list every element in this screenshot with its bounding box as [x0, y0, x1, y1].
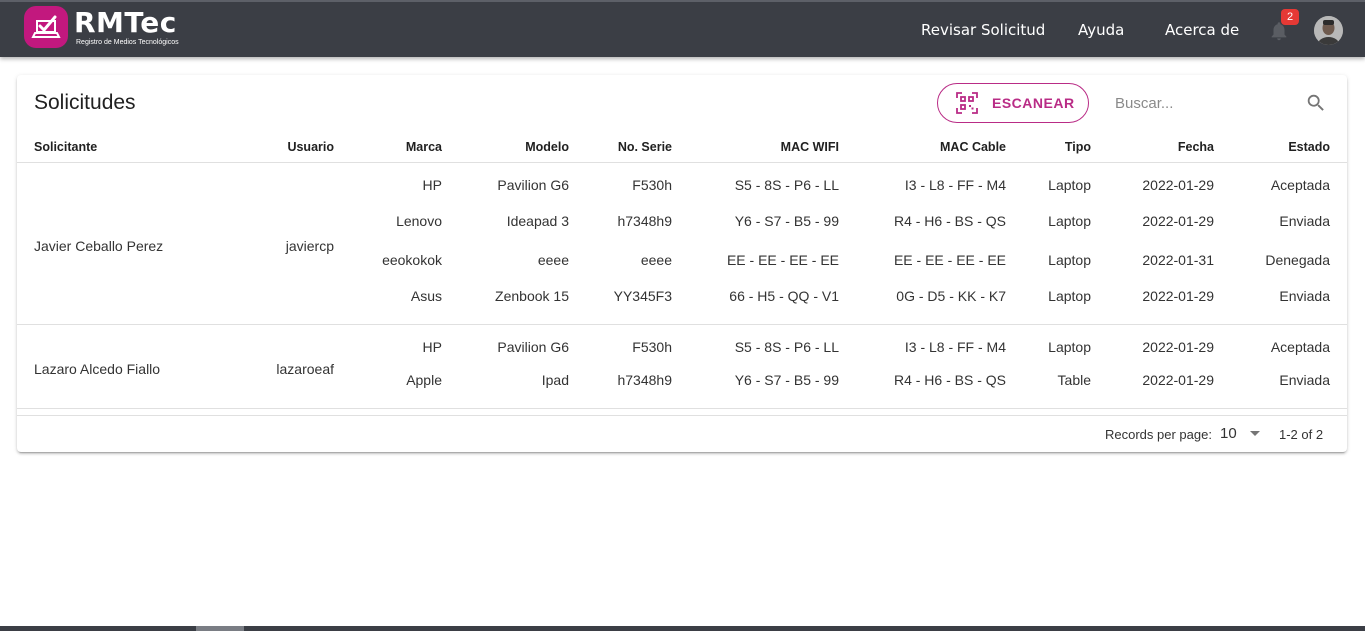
cell-tipo: Laptop	[1048, 212, 1091, 229]
cell-mac-wifi: Y6 - S7 - B5 - 99	[689, 363, 856, 409]
cell-tipo: Table	[1023, 363, 1108, 409]
horizontal-scrollbar[interactable]	[0, 626, 1365, 631]
cell-usuario: lazaroeaf	[247, 324, 351, 409]
cell-mac-cable: I3 - L8 - FF - M4	[904, 176, 1006, 193]
scrollbar-thumb[interactable]	[196, 626, 244, 631]
header-estado[interactable]: Estado	[1231, 133, 1347, 163]
header-solicitante[interactable]: Solicitante	[17, 133, 247, 163]
cell-modelo: Ideapad 3	[506, 212, 569, 229]
cell-marca: Lenovo	[396, 212, 442, 229]
nav-ayuda[interactable]: Ayuda	[1078, 21, 1124, 39]
header-mac-wifi[interactable]: MAC WIFI	[689, 133, 856, 163]
cell-serie: YY345F3	[586, 279, 689, 325]
app-name: RMTec	[74, 5, 177, 39]
header-no-serie[interactable]: No. Serie	[586, 133, 689, 163]
solicitudes-table: Solicitante Usuario Marca Modelo No. Ser…	[17, 133, 1347, 409]
cell-mac-wifi: S5 - 8S - P6 - LL	[734, 176, 839, 193]
cell-mac-wifi: 66 - H5 - QQ - V1	[689, 279, 856, 325]
cell-mac-cable: I3 - L8 - FF - M4	[904, 338, 1006, 355]
records-per-page-label: Records per page:	[1105, 427, 1212, 442]
table-header-row: Solicitante Usuario Marca Modelo No. Ser…	[17, 133, 1347, 163]
nav-acerca-de[interactable]: Acerca de	[1165, 21, 1239, 39]
cell-serie: h7348h9	[617, 212, 672, 229]
cell-mac-cable: R4 - H6 - BS - QS	[856, 363, 1023, 409]
header-fecha[interactable]: Fecha	[1108, 133, 1231, 163]
cell-estado: Aceptada	[1270, 176, 1330, 193]
search-input[interactable]	[1115, 89, 1295, 117]
table-row[interactable]: Lazaro Alcedo Fiallo lazaroeaf HP Pavili…	[17, 324, 1347, 409]
cell-solicitante: Lazaro Alcedo Fiallo	[17, 324, 247, 409]
records-per-page-select[interactable]: 10	[1220, 425, 1237, 442]
header-marca[interactable]: Marca	[351, 133, 459, 163]
cell-marca: Asus	[351, 279, 459, 325]
cell-fecha: 2022-01-29	[1108, 363, 1231, 409]
scan-button[interactable]: ESCANEAR	[937, 83, 1089, 123]
cell-serie: F530h	[632, 338, 672, 355]
header-usuario[interactable]: Usuario	[247, 133, 351, 163]
cell-fecha: 2022-01-29	[1108, 279, 1231, 325]
app-logo[interactable]: RMTec Registro de Medios Tecnológicos	[24, 5, 179, 49]
cell-estado: Aceptada	[1270, 338, 1330, 355]
cell-usuario: javiercp	[247, 162, 351, 325]
cell-estado: Enviada	[1279, 212, 1330, 229]
cell-marca: HP	[422, 176, 442, 193]
cell-tipo: Laptop	[1048, 338, 1091, 355]
pagination-range: 1-2 of 2	[1279, 427, 1324, 442]
cell-modelo: eeee	[537, 251, 569, 268]
cell-tipo: Laptop	[1048, 251, 1091, 268]
table-footer: Records per page: 10 1-2 of 2	[17, 415, 1347, 452]
scan-button-label: ESCANEAR	[992, 95, 1075, 111]
cell-marca: HP	[422, 338, 442, 355]
cell-modelo: Pavilion G6	[497, 338, 569, 355]
cell-solicitante: Javier Ceballo Perez	[17, 162, 247, 325]
cell-serie: eeee	[640, 251, 672, 268]
cell-fecha: 2022-01-29	[1142, 212, 1214, 229]
cell-tipo: Laptop	[1048, 176, 1091, 193]
cell-fecha: 2022-01-29	[1142, 338, 1214, 355]
solicitudes-card: Solicitudes ESCANEAR Solicitante Usuario…	[17, 75, 1347, 452]
cell-tipo: Laptop	[1023, 279, 1108, 325]
cell-serie: F530h	[632, 176, 672, 193]
qr-code-icon	[956, 92, 978, 114]
notification-badge: 2	[1281, 9, 1299, 25]
cell-modelo: Zenbook 15	[459, 279, 586, 325]
cell-serie: h7348h9	[586, 363, 689, 409]
top-app-bar: RMTec Registro de Medios Tecnológicos Re…	[0, 0, 1365, 57]
header-mac-cable[interactable]: MAC Cable	[856, 133, 1023, 163]
table-row[interactable]: Javier Ceballo Perez javiercp HP Pavilio…	[17, 162, 1347, 325]
header-modelo[interactable]: Modelo	[459, 133, 586, 163]
nav-revisar-solicitud[interactable]: Revisar Solicitud	[921, 21, 1045, 39]
app-subtitle: Registro de Medios Tecnológicos	[76, 38, 179, 46]
cell-modelo: Ipad	[459, 363, 586, 409]
search-icon[interactable]	[1305, 92, 1327, 114]
avatar[interactable]	[1314, 16, 1343, 45]
cell-mac-cable: R4 - H6 - BS - QS	[893, 212, 1006, 229]
checkmark-laptop-icon	[24, 6, 68, 48]
chevron-down-icon[interactable]	[1250, 431, 1260, 436]
cell-mac-cable: EE - EE - EE - EE	[893, 251, 1006, 268]
cell-marca: Apple	[351, 363, 459, 409]
cell-fecha: 2022-01-29	[1142, 176, 1214, 193]
cell-estado: Enviada	[1231, 363, 1347, 409]
cell-estado: Enviada	[1231, 279, 1347, 325]
cell-fecha: 2022-01-31	[1142, 251, 1214, 268]
cell-mac-wifi: S5 - 8S - P6 - LL	[734, 338, 839, 355]
cell-mac-cable: 0G - D5 - KK - K7	[856, 279, 1023, 325]
cell-mac-wifi: EE - EE - EE - EE	[726, 251, 839, 268]
cell-mac-wifi: Y6 - S7 - B5 - 99	[734, 212, 839, 229]
cell-estado: Denegada	[1265, 251, 1330, 268]
cell-modelo: Pavilion G6	[497, 176, 569, 193]
header-tipo[interactable]: Tipo	[1023, 133, 1108, 163]
cell-marca: eeokokok	[382, 251, 442, 268]
page-title: Solicitudes	[34, 91, 136, 114]
